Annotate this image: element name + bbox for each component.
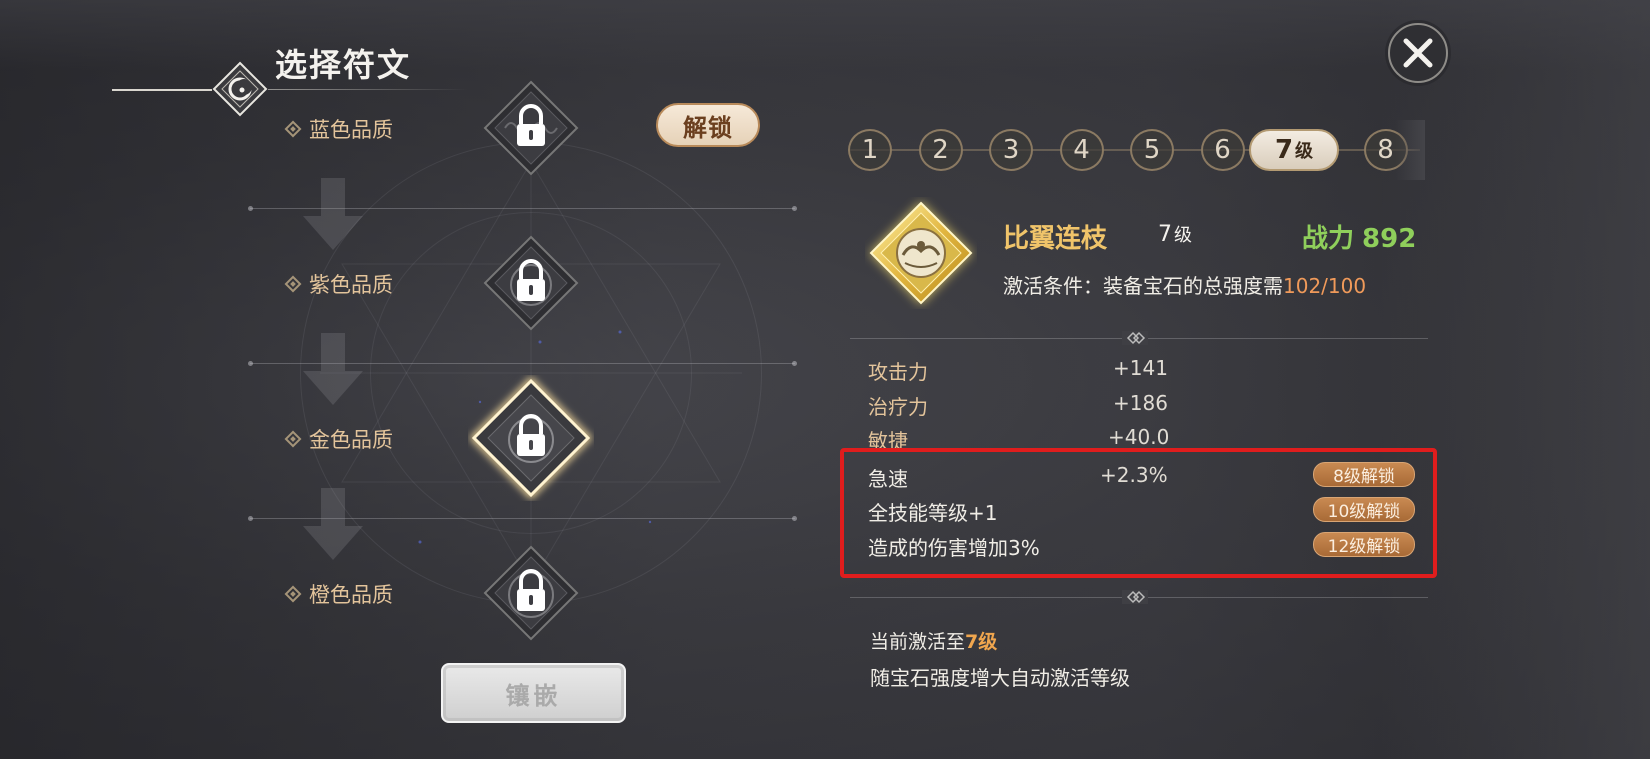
header-line-left — [112, 89, 212, 91]
down-arrow-icon — [303, 333, 363, 405]
auto-activation-note: 随宝石强度增大自动激活等级 — [870, 666, 1130, 690]
lock-icon — [483, 235, 579, 331]
quality-label-gold: 金色品质 — [284, 424, 393, 454]
rune-biyi-icon — [869, 201, 973, 305]
level-tab-7[interactable]: 7级 — [1249, 129, 1339, 171]
close-x-icon — [1403, 38, 1433, 68]
level-tab-suffix: 级 — [1295, 141, 1314, 162]
activation-condition: 激活条件：装备宝石的总强度需102/100 — [1003, 270, 1366, 299]
page-title: 选择符文 — [275, 46, 412, 84]
diamond-bullet-icon — [284, 430, 302, 448]
highlight-box — [840, 448, 1437, 578]
level-tab-5[interactable]: 5 — [1130, 129, 1174, 171]
level-tab-label: 2 — [932, 135, 949, 165]
quality-label-blue: 蓝色品质 — [284, 114, 393, 144]
stat-value: +40.0 — [1108, 425, 1170, 449]
rune-level-suffix: 级 — [1174, 225, 1192, 246]
moon-emblem-icon — [212, 61, 268, 117]
level-tab-label: 4 — [1073, 135, 1090, 165]
diamond-bullet-icon — [284, 275, 302, 293]
down-arrow-icon — [303, 488, 363, 560]
combat-power-value: 892 — [1362, 224, 1417, 254]
quality-label-text: 蓝色品质 — [309, 118, 393, 142]
level-tab-label: 7 — [1274, 135, 1294, 165]
lock-icon — [483, 545, 579, 641]
rune-slot-purple[interactable] — [481, 233, 581, 333]
diamond-bullet-icon — [284, 585, 302, 603]
level-tab-label: 1 — [861, 135, 879, 165]
quality-label-purple: 紫色品质 — [284, 269, 393, 299]
header-line-right — [268, 89, 468, 90]
stat-value: +141 — [1113, 356, 1168, 380]
rune-circle-pattern — [320, 161, 742, 585]
lock-icon — [483, 80, 579, 176]
level-tab-3[interactable]: 3 — [989, 129, 1033, 171]
level-tabs-fade — [1395, 120, 1425, 180]
close-button[interactable] — [1388, 23, 1448, 83]
diamond-bullet-icon — [284, 120, 302, 138]
quality-label-orange: 橙色品质 — [284, 579, 393, 609]
separator-gem-icon — [1122, 331, 1148, 345]
level-tab-1[interactable]: 1 — [848, 129, 892, 171]
quality-label-text: 金色品质 — [309, 428, 393, 452]
rune-slot-blue[interactable] — [481, 78, 581, 178]
level-tab-4[interactable]: 4 — [1059, 129, 1104, 171]
level-tab-label: 5 — [1143, 135, 1161, 165]
lock-icon — [469, 376, 593, 500]
stat-value: +186 — [1113, 391, 1168, 415]
level-tab-6[interactable]: 6 — [1200, 129, 1245, 171]
current-activation-text: 当前激活至 — [870, 631, 966, 653]
stat-name: 治疗力 — [868, 395, 928, 419]
activation-condition-text: 激活条件：装备宝石的总强度需 — [1003, 274, 1283, 298]
combat-power-label: 战力 — [1302, 224, 1355, 254]
separator-gem-icon — [1122, 590, 1148, 604]
down-arrow-icon — [303, 178, 363, 250]
section-separator — [850, 331, 1428, 345]
level-tab-label: 6 — [1214, 135, 1231, 165]
stat-name: 攻击力 — [868, 360, 928, 384]
section-separator — [850, 590, 1428, 604]
quality-label-text: 橙色品质 — [309, 583, 393, 607]
level-tab-label: 8 — [1377, 135, 1394, 165]
quality-label-text: 紫色品质 — [309, 273, 393, 297]
level-tab-2[interactable]: 2 — [918, 129, 963, 171]
current-activation-level: 7级 — [965, 631, 998, 653]
rune-slot-orange[interactable] — [481, 543, 581, 643]
activation-condition-value: 102/100 — [1283, 274, 1367, 298]
rune-level: 7级 — [1158, 221, 1192, 247]
background-right-strip — [1380, 0, 1650, 759]
unlock-button[interactable]: 解锁 — [656, 103, 760, 147]
current-activation: 当前激活至7级 — [870, 627, 997, 654]
combat-power: 战力 892 — [1302, 218, 1416, 255]
level-tab-label: 3 — [1002, 135, 1020, 165]
inlay-button[interactable]: 镶嵌 — [441, 663, 626, 723]
rune-level-number: 7 — [1158, 222, 1172, 247]
rune-slot-gold[interactable] — [468, 375, 594, 501]
rune-name: 比翼连枝 — [1003, 224, 1108, 254]
